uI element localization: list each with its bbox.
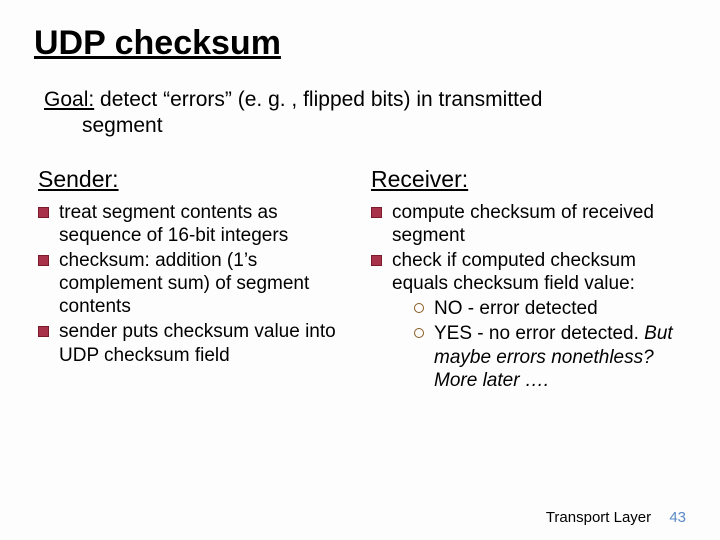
list-item: treat segment contents as sequence of 16…	[38, 201, 353, 247]
goal-line2: segment	[44, 113, 686, 139]
item-text: checksum: addition (1’s complement sum) …	[59, 249, 353, 319]
item-body: check if computed checksum equals checks…	[392, 249, 686, 392]
square-bullet-icon	[38, 326, 49, 337]
receiver-heading: Receiver:	[371, 166, 686, 193]
sender-heading: Sender:	[38, 166, 353, 193]
list-item: check if computed checksum equals checks…	[371, 249, 686, 392]
circle-bullet-icon	[414, 328, 424, 338]
receiver-column: Receiver: compute checksum of received s…	[371, 166, 686, 394]
goal-line1: detect “errors” (e. g. , flipped bits) i…	[94, 88, 542, 111]
square-bullet-icon	[371, 255, 382, 266]
item-text: sender puts checksum value into UDP chec…	[59, 320, 353, 366]
sub-text: YES - no error detected. But maybe error…	[434, 322, 686, 392]
sub-item: YES - no error detected. But maybe error…	[392, 322, 686, 392]
sub-item: NO - error detected	[392, 297, 686, 320]
sender-list: treat segment contents as sequence of 16…	[38, 201, 353, 367]
item-text: treat segment contents as sequence of 16…	[59, 201, 353, 247]
footer-label: Transport Layer	[546, 509, 651, 526]
list-item: compute checksum of received segment	[371, 201, 686, 247]
slide-footer: Transport Layer 43	[546, 509, 686, 526]
list-item: checksum: addition (1’s complement sum) …	[38, 249, 353, 319]
page-number: 43	[669, 509, 686, 526]
sub-text-prefix: YES - no error detected.	[434, 323, 644, 344]
sender-column: Sender: treat segment contents as sequen…	[38, 166, 353, 394]
list-item: sender puts checksum value into UDP chec…	[38, 320, 353, 366]
two-column-layout: Sender: treat segment contents as sequen…	[34, 166, 686, 394]
slide-title: UDP checksum	[34, 24, 686, 63]
square-bullet-icon	[38, 207, 49, 218]
square-bullet-icon	[371, 207, 382, 218]
sub-text: NO - error detected	[434, 297, 598, 320]
square-bullet-icon	[38, 255, 49, 266]
receiver-list: compute checksum of received segment che…	[371, 201, 686, 392]
circle-bullet-icon	[414, 303, 424, 313]
goal-label: Goal:	[44, 88, 94, 111]
item-text: check if computed checksum equals checks…	[392, 250, 636, 294]
goal-text: Goal: detect “errors” (e. g. , flipped b…	[34, 87, 686, 140]
item-text: compute checksum of received segment	[392, 201, 686, 247]
